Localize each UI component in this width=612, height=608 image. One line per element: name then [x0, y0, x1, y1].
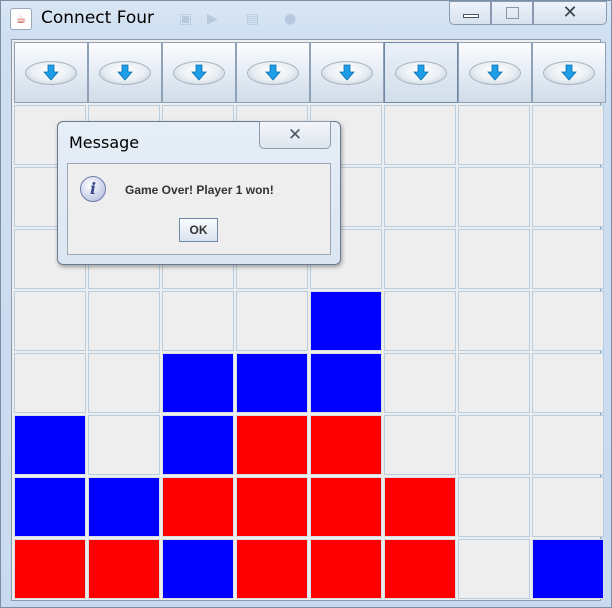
faded-play-icon: ▶ — [207, 11, 218, 27]
down-arrow-icon — [190, 64, 208, 82]
window-title: Connect Four — [41, 8, 155, 28]
blue-disc-cell — [162, 353, 234, 413]
red-disc-cell — [236, 415, 308, 475]
empty-cell — [458, 105, 530, 165]
close-button[interactable]: ✕ — [533, 1, 607, 25]
empty-cell — [532, 291, 604, 351]
red-disc-cell — [310, 477, 382, 537]
dialog-close-button[interactable]: ✕ — [259, 121, 331, 149]
red-disc-cell — [236, 539, 308, 599]
down-arrow-icon — [412, 64, 430, 82]
empty-cell — [384, 415, 456, 475]
empty-cell — [458, 291, 530, 351]
dialog-title: Message — [69, 133, 140, 152]
java-cup-icon: ☕ — [10, 8, 32, 30]
ok-button[interactable]: OK — [179, 218, 218, 242]
down-arrow-icon — [560, 64, 578, 82]
maximize-icon — [506, 7, 519, 19]
minimize-icon — [463, 14, 479, 18]
blue-disc-cell — [88, 477, 160, 537]
faded-toolbar-icon: ▣ — [179, 11, 193, 27]
empty-cell — [532, 229, 604, 289]
empty-cell — [458, 353, 530, 413]
drop-button-col-1[interactable] — [14, 42, 88, 103]
blue-disc-cell — [532, 539, 604, 599]
drop-button-col-4[interactable] — [236, 42, 310, 103]
down-arrow-icon — [338, 64, 356, 82]
empty-cell — [14, 291, 86, 351]
empty-cell — [458, 415, 530, 475]
empty-cell — [532, 167, 604, 227]
information-icon: i — [80, 176, 106, 202]
faded-run-icon: ● — [284, 11, 297, 27]
blue-disc-cell — [162, 415, 234, 475]
drop-button-col-6[interactable] — [384, 42, 458, 103]
empty-cell — [88, 415, 160, 475]
faded-debug-icon: ▤ — [246, 11, 260, 27]
dialog-body: i Game Over! Player 1 won! OK — [67, 163, 331, 255]
empty-cell — [458, 167, 530, 227]
empty-cell — [162, 291, 234, 351]
red-disc-cell — [88, 539, 160, 599]
down-arrow-icon — [116, 64, 134, 82]
blue-disc-cell — [310, 291, 382, 351]
maximize-button[interactable] — [491, 1, 533, 25]
empty-cell — [458, 229, 530, 289]
down-arrow-icon — [42, 64, 60, 82]
empty-cell — [532, 105, 604, 165]
close-icon: ✕ — [562, 2, 578, 23]
empty-cell — [532, 477, 604, 537]
title-bar[interactable]: ☕ Connect Four ▣ ▶ ▤ ● ✕ — [1, 1, 611, 37]
red-disc-cell — [162, 477, 234, 537]
drop-button-col-8[interactable] — [532, 42, 606, 103]
down-arrow-icon — [486, 64, 504, 82]
empty-cell — [384, 105, 456, 165]
blue-disc-cell — [162, 539, 234, 599]
empty-cell — [532, 415, 604, 475]
red-disc-cell — [384, 539, 456, 599]
red-disc-cell — [384, 477, 456, 537]
down-arrow-icon — [264, 64, 282, 82]
blue-disc-cell — [14, 477, 86, 537]
app-window: ☕ Connect Four ▣ ▶ ▤ ● ✕ Message ✕ i Gam… — [0, 0, 612, 608]
empty-cell — [384, 291, 456, 351]
drop-button-col-3[interactable] — [162, 42, 236, 103]
empty-cell — [236, 291, 308, 351]
blue-disc-cell — [14, 415, 86, 475]
empty-cell — [458, 477, 530, 537]
empty-cell — [384, 353, 456, 413]
red-disc-cell — [310, 415, 382, 475]
empty-cell — [458, 539, 530, 599]
drop-button-row — [14, 42, 606, 103]
drop-button-col-5[interactable] — [310, 42, 384, 103]
blue-disc-cell — [236, 353, 308, 413]
empty-cell — [384, 167, 456, 227]
red-disc-cell — [14, 539, 86, 599]
empty-cell — [384, 229, 456, 289]
minimize-button[interactable] — [449, 1, 491, 25]
red-disc-cell — [236, 477, 308, 537]
empty-cell — [88, 291, 160, 351]
empty-cell — [532, 353, 604, 413]
blue-disc-cell — [310, 353, 382, 413]
empty-cell — [14, 353, 86, 413]
close-icon: ✕ — [287, 125, 303, 145]
message-dialog: Message ✕ i Game Over! Player 1 won! OK — [57, 121, 341, 265]
empty-cell — [88, 353, 160, 413]
red-disc-cell — [310, 539, 382, 599]
dialog-message: Game Over! Player 1 won! — [125, 183, 274, 197]
drop-button-col-2[interactable] — [88, 42, 162, 103]
drop-button-col-7[interactable] — [458, 42, 532, 103]
